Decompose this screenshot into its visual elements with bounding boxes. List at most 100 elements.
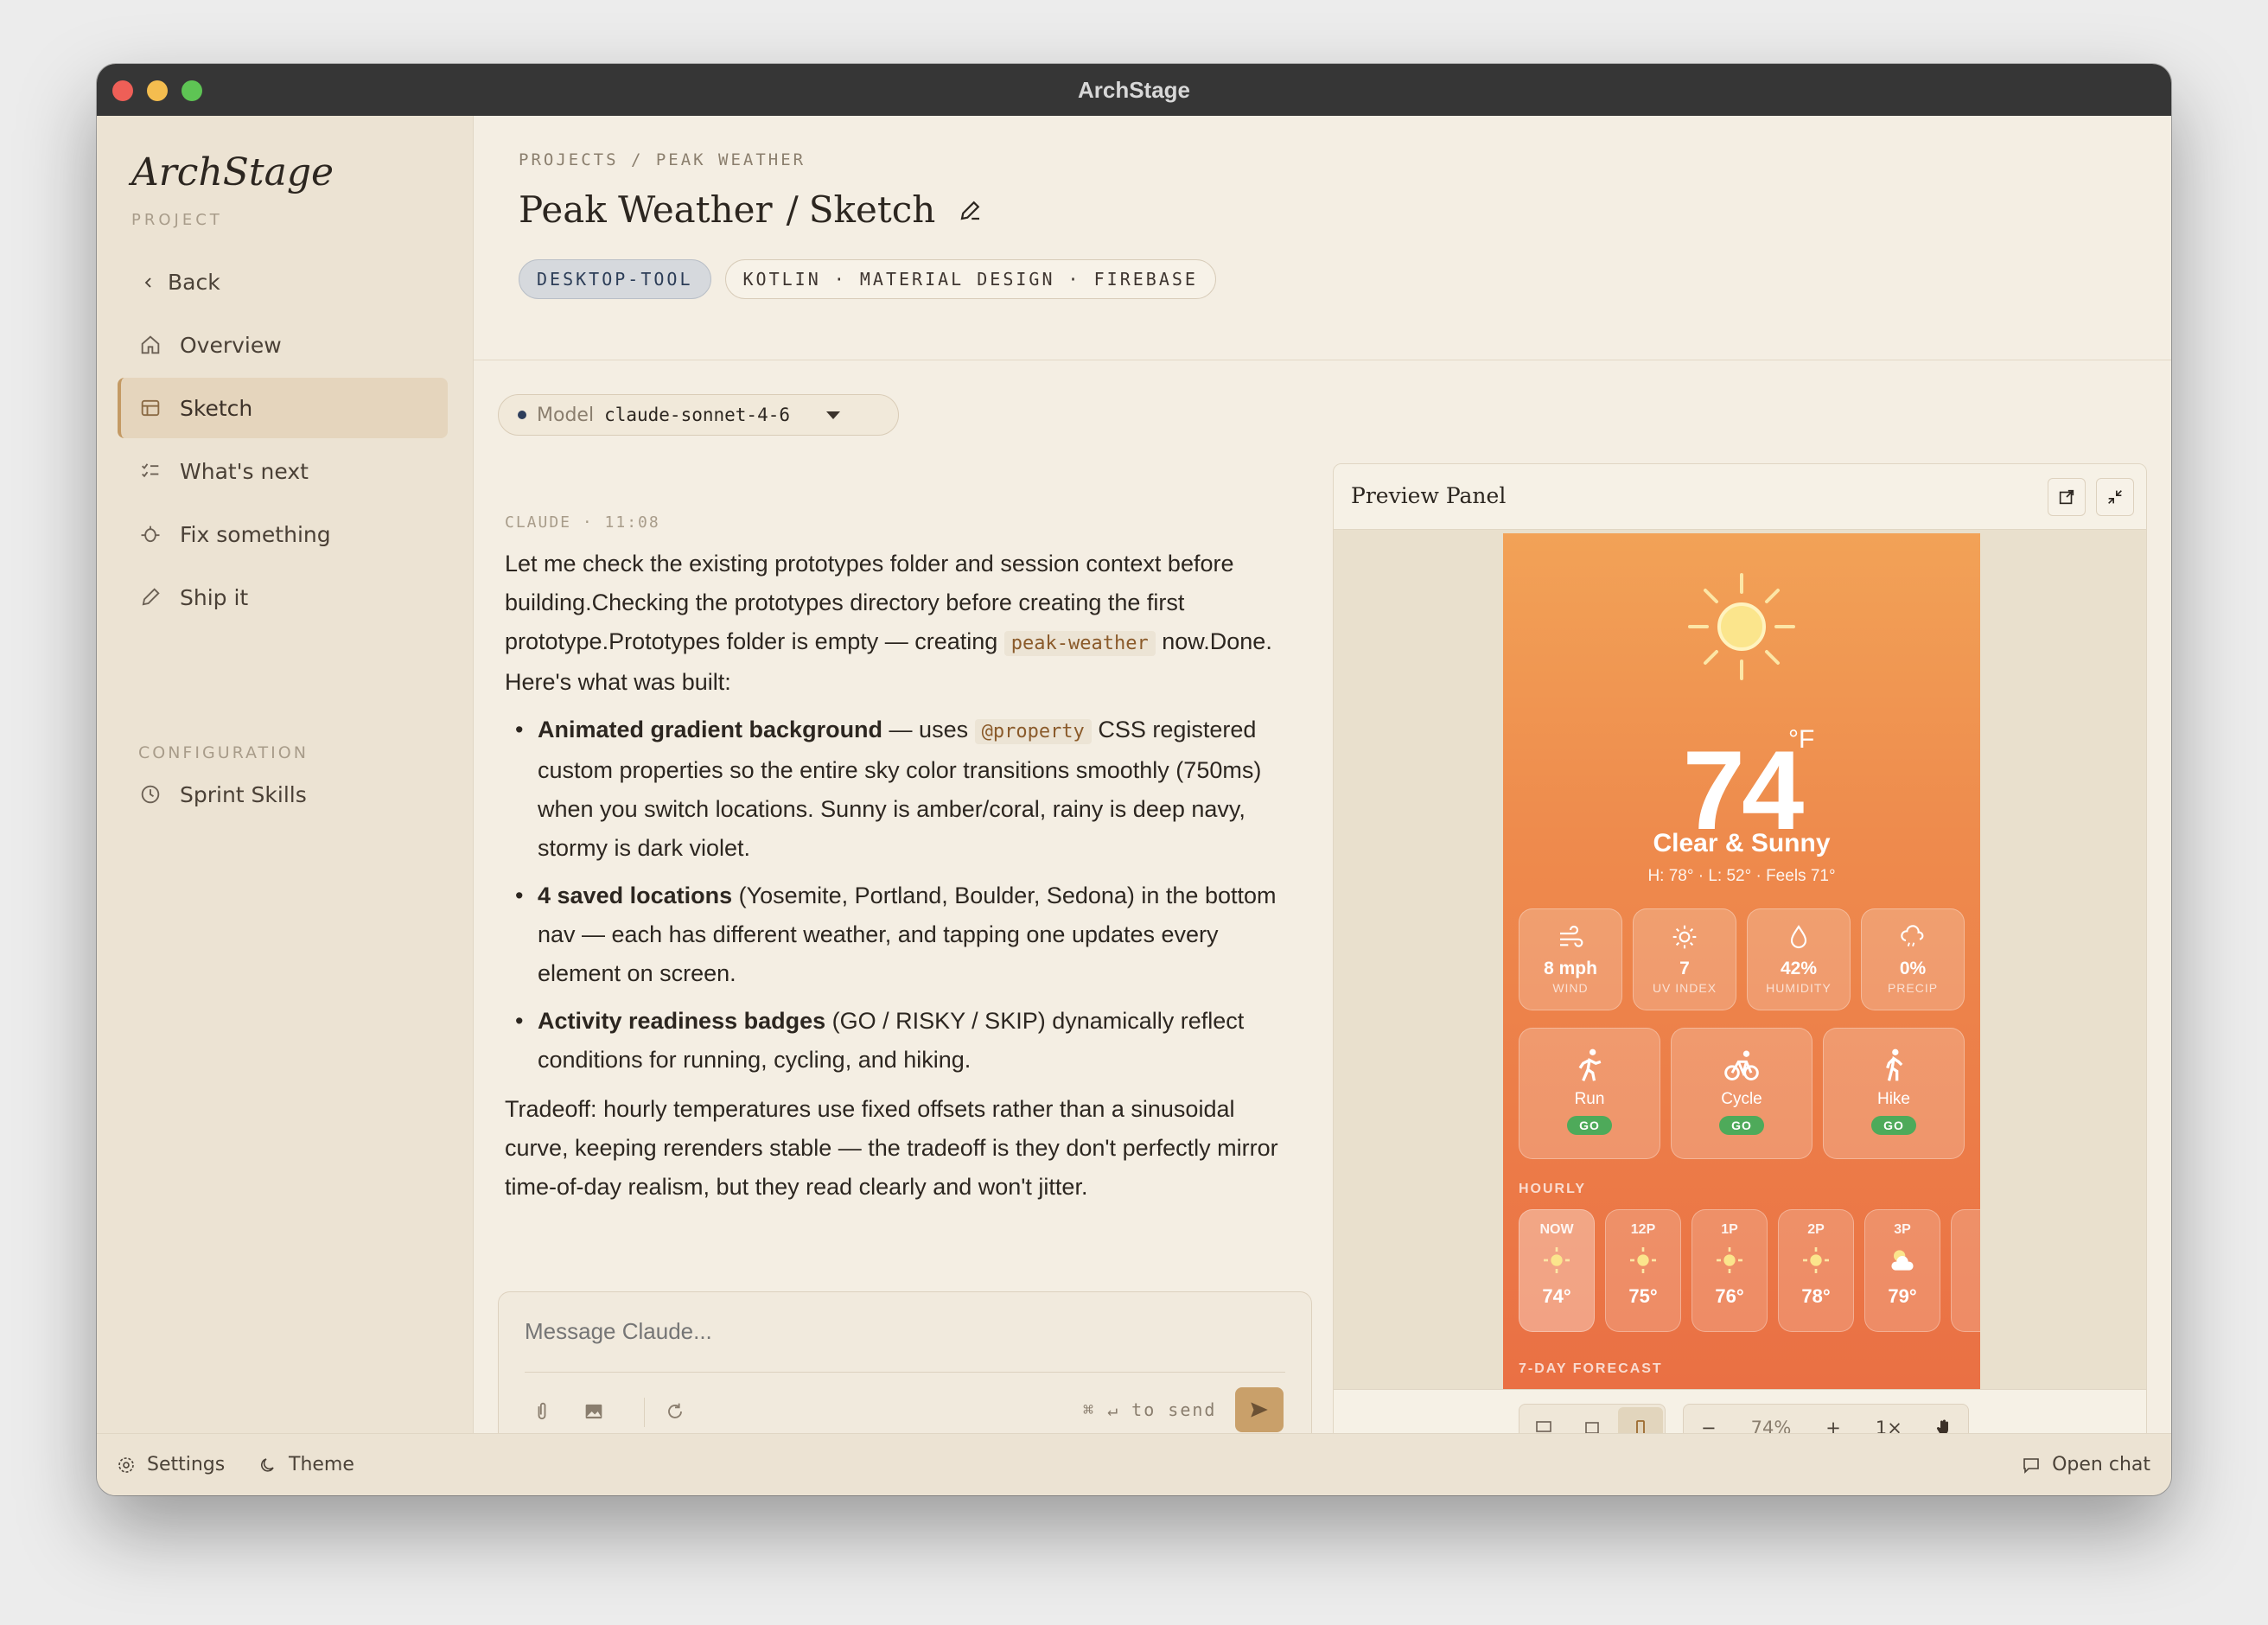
edit-icon[interactable]: [958, 197, 984, 223]
list-item: 4 saved locations (Yosemite, Portland, B…: [505, 876, 1300, 993]
send-icon: [1251, 1402, 1268, 1418]
external-link-icon: [2059, 489, 2074, 505]
stat-value: 0%: [1899, 959, 1927, 978]
activity-name: Run: [1574, 1090, 1605, 1108]
feature-list: Animated gradient background — uses @pro…: [505, 711, 1300, 1080]
project-tags: DESKTOP-TOOL KOTLIN · MATERIAL DESIGN · …: [519, 259, 1216, 299]
sidebar-item-label: Sketch: [180, 395, 253, 421]
collapse-button[interactable]: [2096, 478, 2134, 516]
breadcrumb: PROJECTS / PEAK WEATHER: [519, 150, 806, 169]
bullet-title: Animated gradient background: [538, 717, 883, 742]
hourly-card: 2P 78°: [1778, 1209, 1854, 1332]
bullet-text: — uses: [882, 717, 975, 742]
project-name: Peak Weather: [519, 188, 773, 231]
sidebar-item-whats-next[interactable]: What's next: [118, 441, 448, 501]
hour-time: 12P: [1630, 1222, 1656, 1237]
stat-value: 7: [1679, 959, 1690, 978]
activity-run[interactable]: Run GO: [1519, 1028, 1660, 1159]
status-dot: [518, 411, 526, 419]
sidebar-item-label: Overview: [180, 332, 282, 358]
open-chat-label: Open chat: [2052, 1454, 2150, 1475]
bug-icon: [141, 526, 160, 543]
inline-code: peak-weather: [1003, 631, 1156, 656]
stat-precip: 0% PRECIP: [1861, 908, 1965, 1010]
activity-cycle[interactable]: Cycle GO: [1671, 1028, 1812, 1159]
brand-subtitle: PROJECT: [131, 211, 223, 229]
chevron-left-icon: [144, 277, 151, 288]
hourly-card: 1P 76°: [1691, 1209, 1768, 1332]
hour-temp: 74°: [1542, 1285, 1571, 1307]
hourly-card: 3P 79°: [1864, 1209, 1940, 1332]
image-icon: [585, 1404, 602, 1419]
brand-logo: ArchStage: [131, 150, 334, 194]
hour-time: NOW: [1539, 1222, 1574, 1237]
send-button[interactable]: [1235, 1387, 1284, 1432]
gear-icon: [118, 1456, 134, 1473]
stat-humidity: 42% HUMIDITY: [1747, 908, 1851, 1010]
checklist-icon: [142, 463, 159, 478]
message-author: CLAUDE: [505, 513, 572, 532]
zoom-window-button[interactable]: [182, 80, 202, 101]
weather-condition: Clear & Sunny: [1653, 829, 1831, 857]
hour-temp: 76°: [1715, 1285, 1744, 1307]
hour-time: 2P: [1807, 1222, 1825, 1237]
hour-time: 1P: [1721, 1222, 1738, 1237]
bullet-title: Activity readiness badges: [538, 1008, 826, 1034]
title-bar: ArchStage: [97, 64, 2171, 116]
sidebar-nav: Overview Sketch What's next Fix somethin…: [118, 315, 448, 630]
activity-name: Cycle: [1721, 1090, 1762, 1108]
composer-separator: [644, 1398, 645, 1427]
status-footer: Settings Theme Open chat: [97, 1433, 2171, 1495]
send-hint: ⌘ ↵ to send: [1083, 1399, 1217, 1420]
sidebar-item-fix-something[interactable]: Fix something: [118, 504, 448, 564]
message-meta: CLAUDE · 11:08: [505, 513, 660, 532]
list-item: Animated gradient background — uses @pro…: [505, 711, 1300, 868]
model-label: Model: [537, 404, 595, 426]
sidebar-item-ship-it[interactable]: Ship it: [118, 567, 448, 628]
hour-temp: 75°: [1628, 1285, 1658, 1307]
sidebar-item-label: Sprint Skills: [180, 781, 307, 807]
attach-button[interactable]: [530, 1399, 557, 1427]
back-button[interactable]: Back: [142, 270, 220, 295]
open-external-button[interactable]: [2048, 478, 2086, 516]
stat-label: PRECIP: [1887, 981, 1939, 995]
composer-divider: [525, 1372, 1285, 1373]
sun-icon: [1688, 573, 1795, 680]
sun-small-icon: [1630, 1247, 1656, 1273]
open-chat-button[interactable]: Open chat: [2021, 1454, 2150, 1475]
sidebar-item-sketch[interactable]: Sketch: [118, 378, 448, 438]
readiness-badge: GO: [1567, 1116, 1612, 1135]
stat-label: UV INDEX: [1652, 981, 1717, 995]
sidebar-item-label: Ship it: [180, 584, 249, 610]
refresh-button[interactable]: [663, 1399, 691, 1427]
app-window: ArchStage ArchStage PROJECT Back Overvie…: [97, 64, 2171, 1495]
wind-icon: [1560, 925, 1583, 947]
theme-button[interactable]: Theme: [258, 1454, 354, 1475]
theme-label: Theme: [289, 1454, 354, 1475]
chevron-down-icon: [826, 411, 840, 419]
window-controls: [112, 80, 202, 101]
message-input[interactable]: [525, 1318, 1259, 1345]
high-low-feels: H: 78° · L: 52° · Feels 71°: [1647, 867, 1836, 885]
bullet-title: 4 saved locations: [538, 883, 733, 908]
tag-desktop-tool: DESKTOP-TOOL: [519, 259, 711, 299]
sidebar-item-overview[interactable]: Overview: [118, 315, 448, 375]
sidebar-item-sprint-skills[interactable]: Sprint Skills: [118, 764, 448, 825]
main-panel: PROJECTS / PEAK WEATHER Peak Weather / S…: [474, 116, 2171, 1462]
stat-label: HUMIDITY: [1766, 981, 1832, 995]
close-window-button[interactable]: [112, 80, 133, 101]
rain-cloud-icon: [1901, 925, 1924, 946]
image-button[interactable]: [582, 1399, 609, 1427]
stat-value: 42%: [1780, 959, 1818, 978]
sketch-icon: [141, 399, 160, 417]
message-time: · 11:08: [582, 513, 660, 532]
partly-cloudy-icon: [1891, 1250, 1914, 1271]
hike-icon: [1886, 1048, 1903, 1081]
clock-icon: [141, 785, 160, 804]
activity-hike[interactable]: Hike GO: [1823, 1028, 1965, 1159]
model-selector[interactable]: Model claude-sonnet-4-6: [498, 394, 899, 436]
tag-tech-stack: KOTLIN · MATERIAL DESIGN · FIREBASE: [724, 259, 1216, 299]
minimize-window-button[interactable]: [147, 80, 168, 101]
message-outro: Tradeoff: hourly temperatures use fixed …: [505, 1096, 1278, 1200]
settings-button[interactable]: Settings: [116, 1454, 225, 1475]
